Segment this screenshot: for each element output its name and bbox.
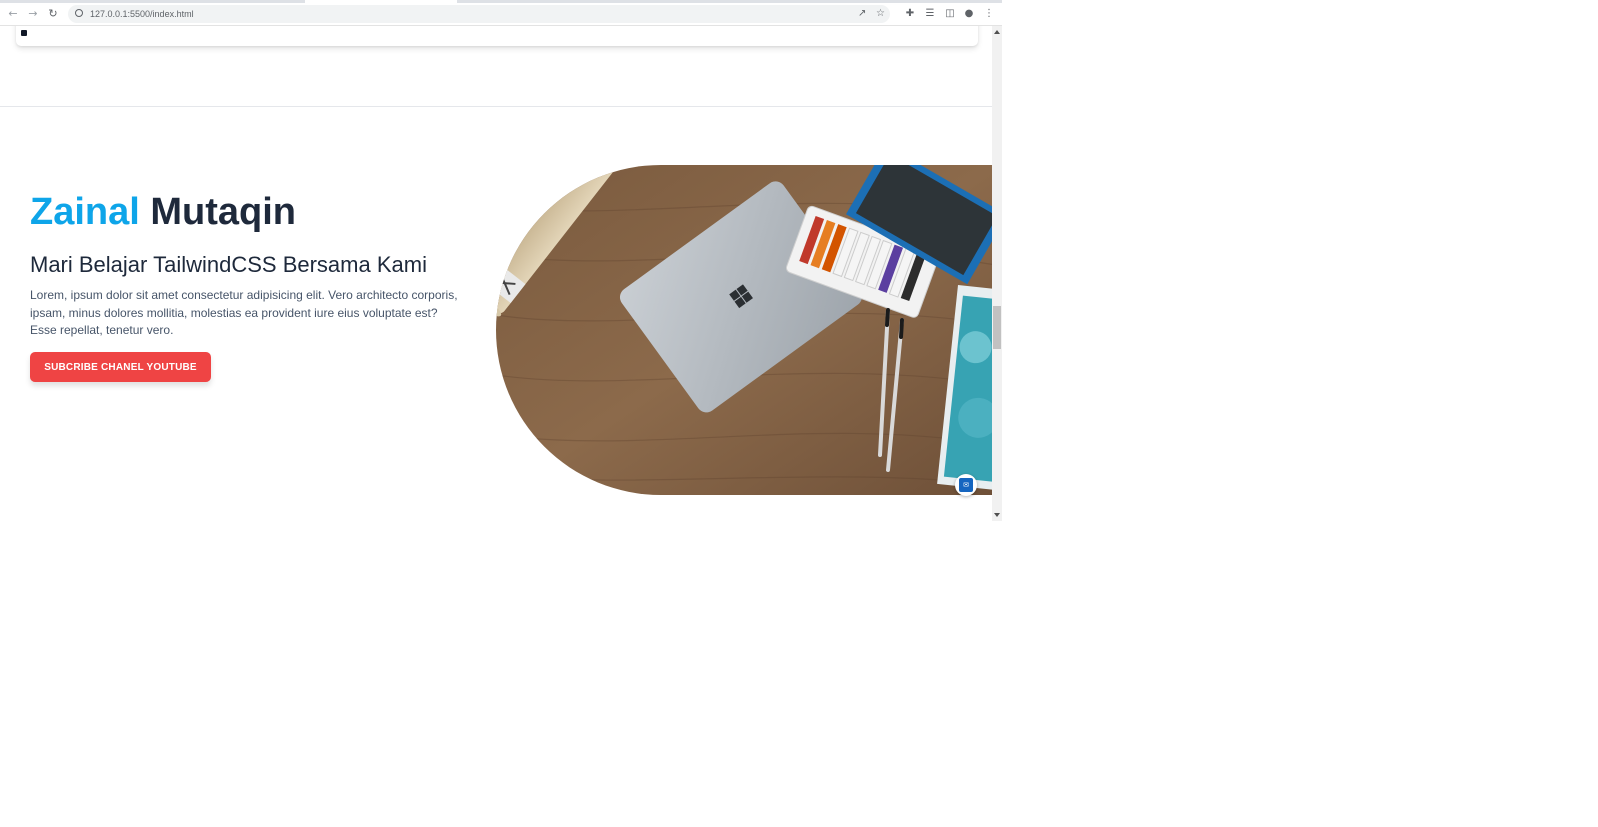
- url-text[interactable]: 127.0.0.1:5500/index.html: [90, 7, 194, 21]
- back-icon[interactable]: ←: [5, 6, 21, 22]
- card-bottom-edge: [16, 26, 978, 46]
- hero-subtitle: Mari Belajar TailwindCSS Bersama Kami: [30, 252, 427, 277]
- vertical-scrollbar[interactable]: [992, 26, 1002, 521]
- browser-toolbar: ← → ↻ 127.0.0.1:5500/index.html ↗ ☆ ✚ ☰ …: [0, 3, 1002, 26]
- hero-title: Zainal Mutaqin: [30, 190, 296, 234]
- browser-window: ← → ↻ 127.0.0.1:5500/index.html ↗ ☆ ✚ ☰ …: [0, 0, 1002, 521]
- chat-widget-button[interactable]: ✉: [955, 474, 977, 496]
- page-viewport: Zainal Mutaqin Mari Belajar TailwindCSS …: [0, 26, 992, 521]
- share-icon[interactable]: ↗: [858, 7, 866, 21]
- scroll-up-arrow-icon[interactable]: [994, 30, 1000, 34]
- info-icon[interactable]: [75, 9, 83, 17]
- hero-first-name: Zainal: [30, 191, 140, 233]
- profile-icon[interactable]: ●: [962, 6, 976, 22]
- hero-description: Lorem, ipsum dolor sit amet consectetur …: [30, 288, 458, 337]
- subscribe-youtube-button[interactable]: SUBCRIBE CHANEL YOUTUBE: [30, 352, 211, 382]
- scrollbar-thumb[interactable]: [993, 306, 1001, 349]
- reading-list-icon[interactable]: ☰: [923, 6, 937, 22]
- hero-last-name: Mutaqin: [150, 191, 297, 233]
- section-divider: [0, 106, 992, 107]
- side-panel-icon[interactable]: ◫: [943, 6, 957, 22]
- card-bullet-icon: [21, 30, 27, 36]
- forward-icon[interactable]: →: [25, 6, 41, 22]
- puzzle-icon[interactable]: ✚: [903, 6, 917, 22]
- scroll-down-arrow-icon[interactable]: [994, 513, 1000, 517]
- reload-icon[interactable]: ↻: [45, 6, 61, 22]
- hero-image: [496, 165, 992, 495]
- address-bar[interactable]: 127.0.0.1:5500/index.html ↗ ☆: [68, 5, 890, 23]
- kebab-menu-icon[interactable]: ⋮: [982, 6, 996, 22]
- chat-icon: ✉: [959, 478, 973, 492]
- star-icon[interactable]: ☆: [876, 7, 885, 21]
